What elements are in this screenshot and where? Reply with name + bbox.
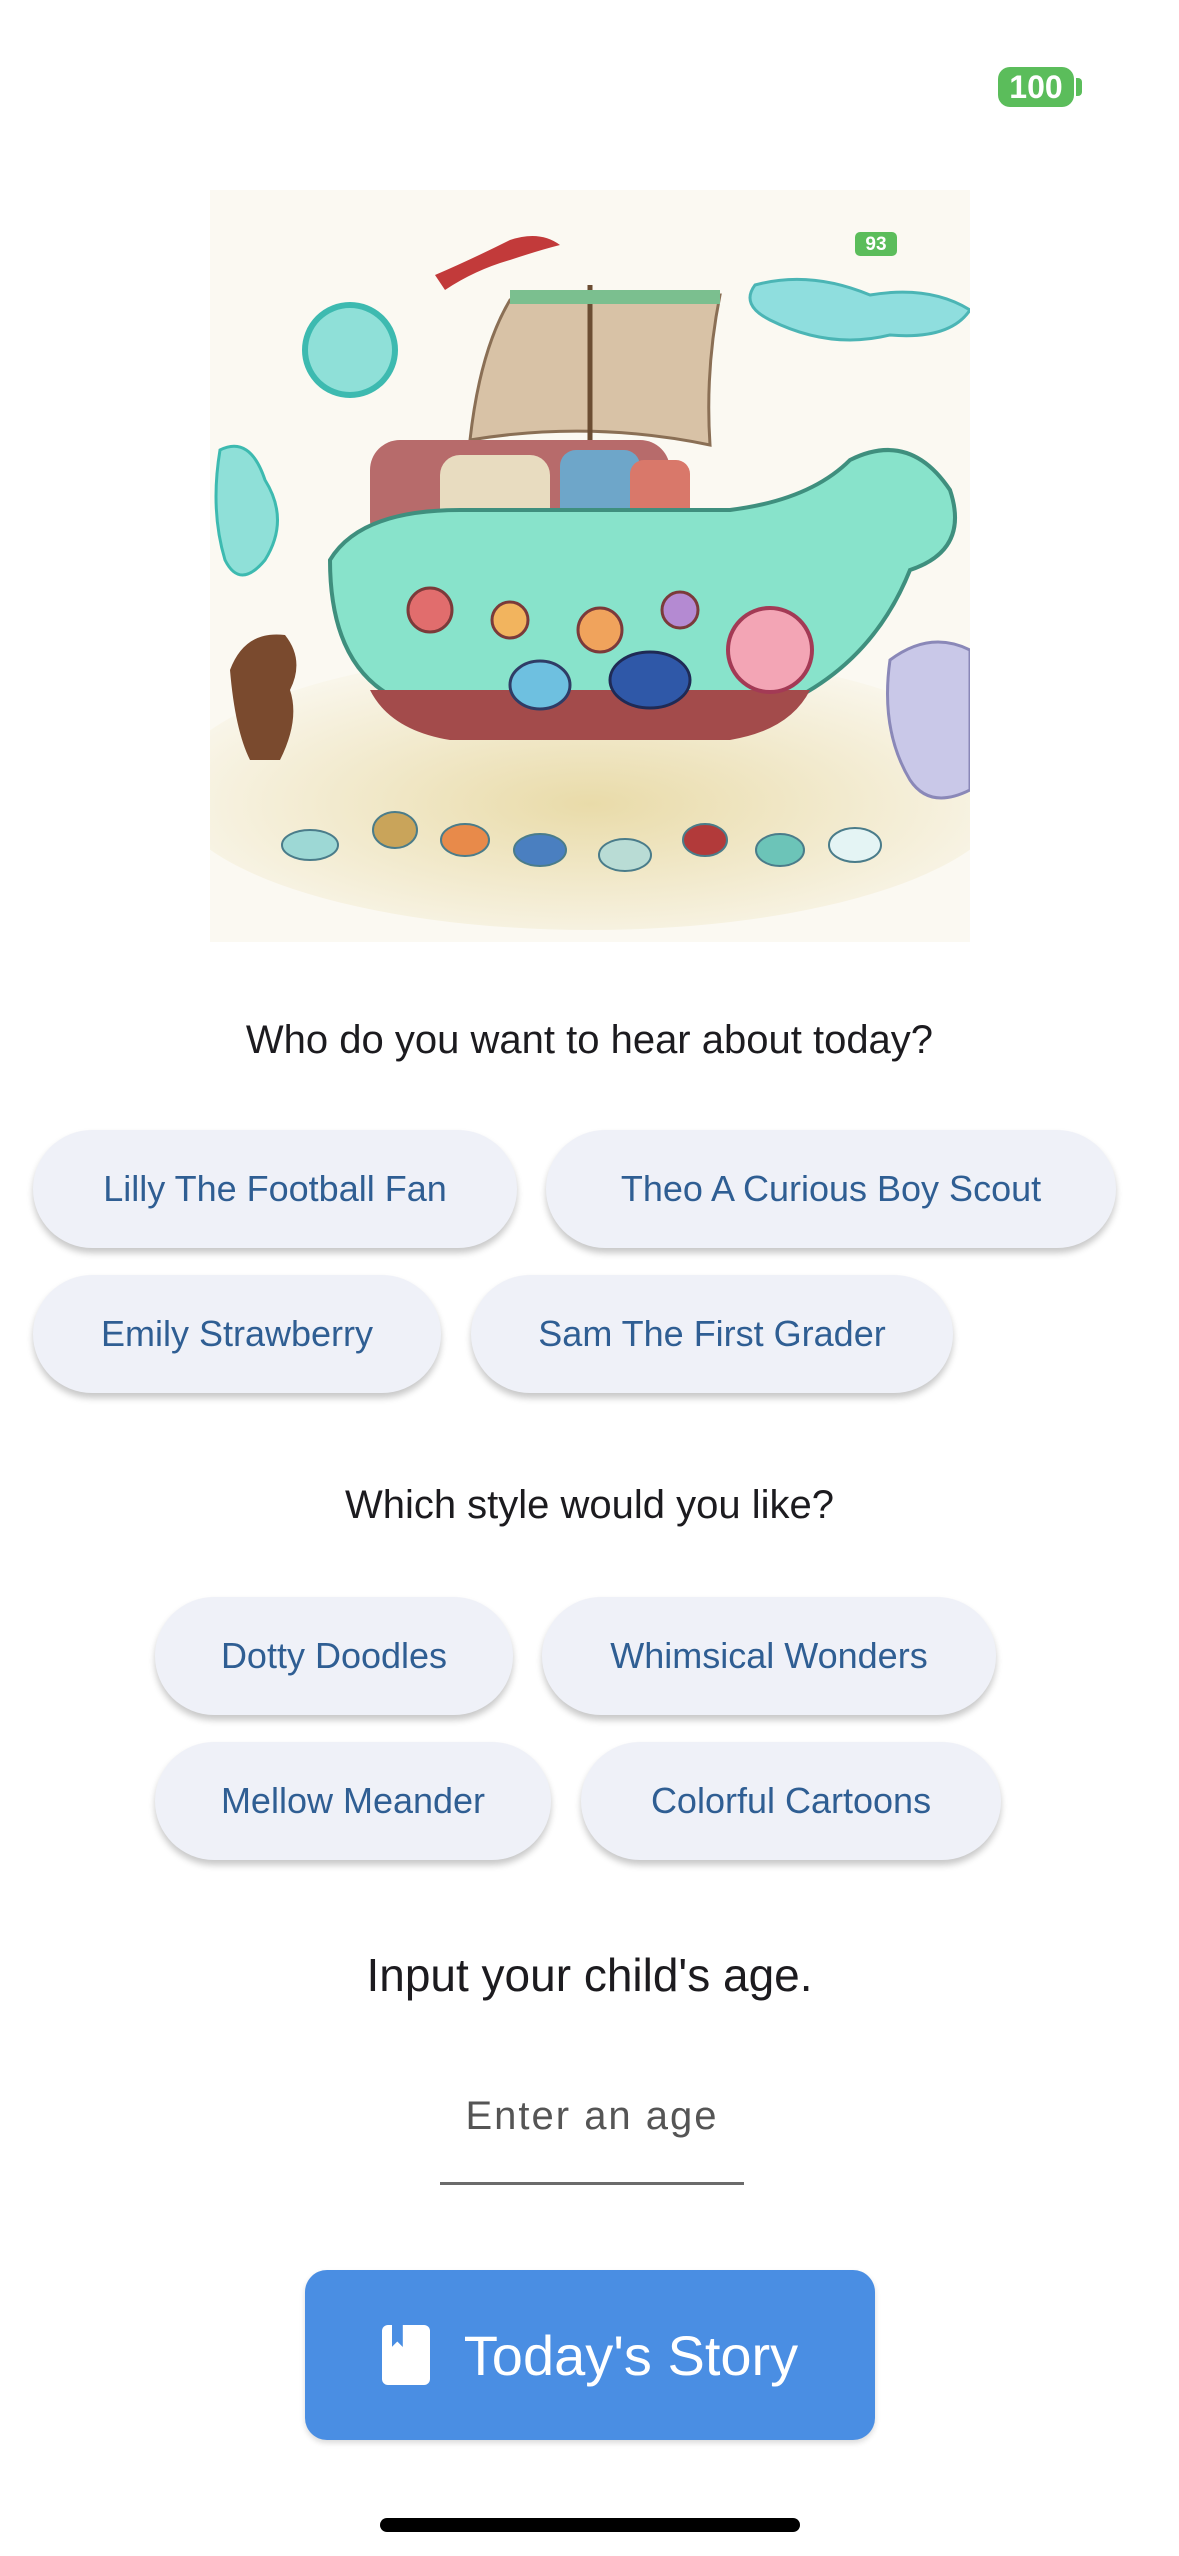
character-chip-emily[interactable]: Emily Strawberry [33,1275,441,1393]
battery-tip [1076,78,1082,96]
home-indicator[interactable] [380,2518,800,2532]
todays-story-label: Today's Story [463,2323,799,2387]
book-icon [381,2325,430,2385]
hero-badge: 93 [865,234,886,255]
age-prompt: Input your child's age. [366,1949,813,2001]
style-chip-whimsical-wonders[interactable]: Whimsical Wonders [542,1597,996,1715]
todays-story-button[interactable]: Today's Story [305,2270,875,2440]
battery-level: 100 [1009,69,1063,105]
style-prompt: Which style would you like? [344,1483,835,1527]
age-input[interactable] [440,2050,744,2185]
character-chip-sam[interactable]: Sam The First Grader [471,1275,953,1393]
character-chip-theo[interactable]: Theo A Curious Boy Scout [546,1130,1116,1248]
character-chip-lilly[interactable]: Lilly The Football Fan [33,1130,517,1248]
story-illustration: 93 [210,190,970,942]
style-chip-colorful-cartoons[interactable]: Colorful Cartoons [581,1742,1001,1860]
style-chip-dotty-doodles[interactable]: Dotty Doodles [155,1597,513,1715]
style-chip-mellow-meander[interactable]: Mellow Meander [155,1742,551,1860]
character-prompt: Who do you want to hear about today? [245,1018,934,1062]
battery-indicator: 100 [998,67,1074,107]
